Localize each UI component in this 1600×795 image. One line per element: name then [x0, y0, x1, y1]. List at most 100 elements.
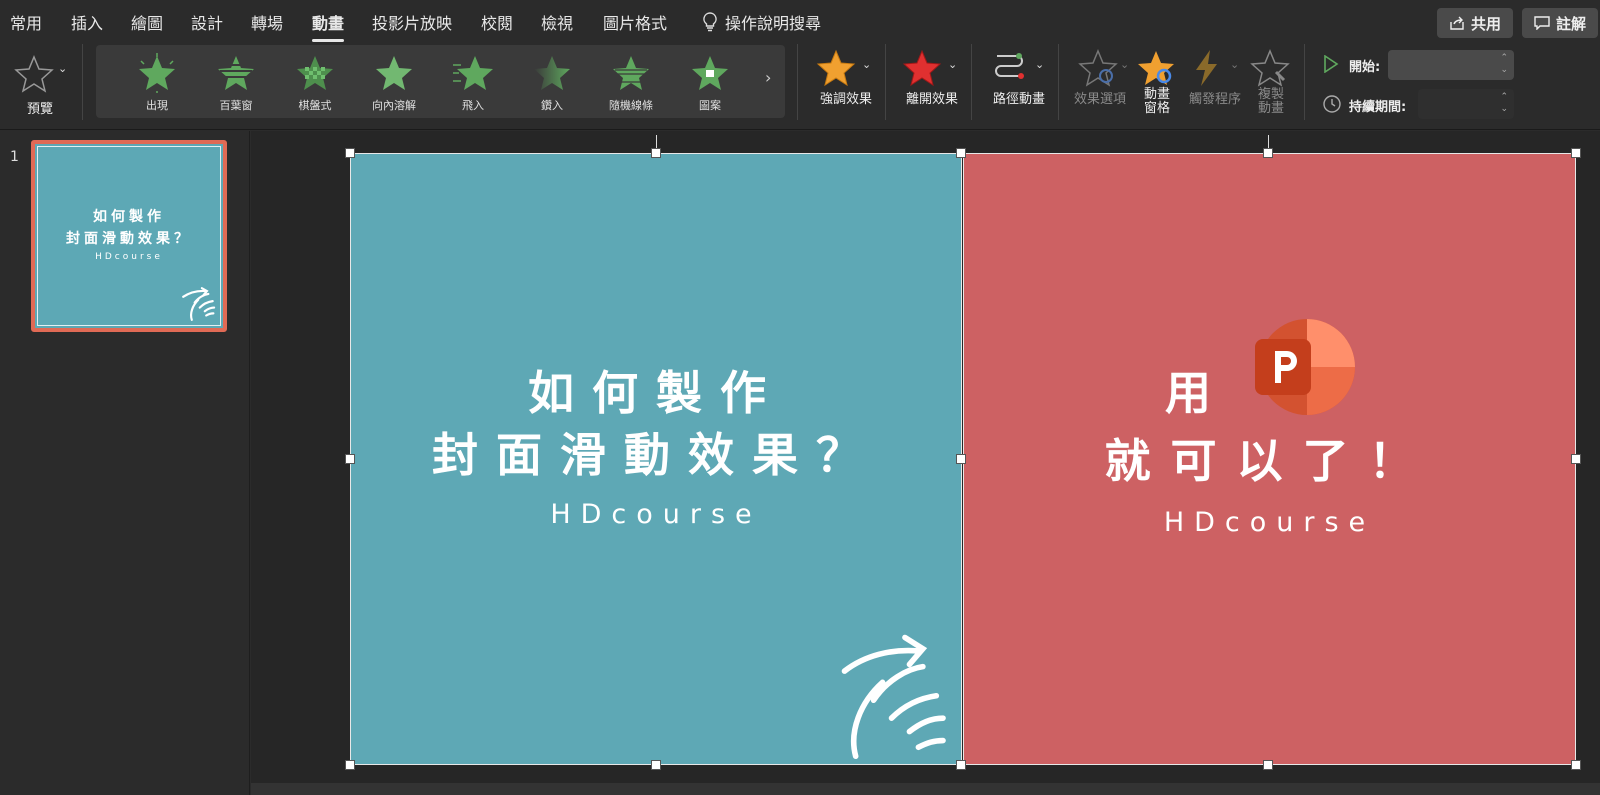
divider — [82, 44, 83, 120]
tab-view[interactable]: 檢視 — [541, 10, 573, 34]
motion-path-label: 路徑動畫 — [992, 92, 1045, 107]
resize-handle[interactable] — [651, 760, 661, 770]
tell-me-search[interactable]: 操作說明搜尋 — [703, 10, 821, 34]
clock-icon — [1323, 95, 1341, 113]
tab-insert[interactable]: 插入 — [71, 10, 103, 34]
motion-paths-button[interactable]: ⌄ 路徑動畫 — [984, 48, 1054, 107]
resize-handle[interactable] — [1571, 760, 1581, 770]
anim-shape-label: 圖案 — [699, 99, 721, 112]
anim-dissolve-label: 向內溶解 — [372, 99, 416, 112]
slide-thumbnail-pane: 1 如何製作 封面滑動效果？ HDcourse — [0, 131, 250, 795]
anim-fly-in-label: 飛入 — [462, 99, 484, 112]
emphasis-star-icon — [816, 49, 856, 87]
start-select[interactable]: ⌃ ⌄ — [1388, 50, 1514, 80]
spinner-arrows-icon: ⌃ ⌄ — [1500, 53, 1508, 75]
resize-handle[interactable] — [956, 454, 966, 464]
random-bars-star-icon — [613, 56, 649, 90]
chevron-down-icon: ⌄ — [948, 58, 958, 71]
divider — [885, 44, 886, 120]
preview-button[interactable]: ⌄ 預覽 — [10, 48, 70, 118]
animation-gallery: 出現 百葉窗 棋盤式 向內溶解 飛入 鑽入 隨機線條 圖案 — [96, 45, 785, 118]
anim-random-bars-label: 隨機線條 — [609, 99, 653, 112]
chevron-down-icon: ⌄ — [1035, 58, 1045, 71]
selection-outline-right — [963, 153, 1576, 765]
animation-painter-label-1: 複製 — [1257, 87, 1284, 102]
lightning-icon — [1196, 50, 1217, 86]
dissolve-star-icon — [376, 56, 412, 90]
effect-options-icon — [1078, 49, 1118, 87]
trigger-label: 觸發程序 — [1188, 92, 1241, 107]
anim-dissolve-in[interactable]: 向內溶解 — [359, 53, 429, 113]
anim-wipe[interactable]: 鑽入 — [517, 53, 587, 113]
anim-blinds[interactable]: 百葉窗 — [201, 53, 271, 113]
resize-handle[interactable] — [1571, 454, 1581, 464]
trigger-button[interactable]: ⌄ 觸發程序 — [1184, 48, 1246, 107]
anim-appear-label: 出現 — [146, 99, 168, 112]
tab-animations[interactable]: 動畫 — [312, 10, 345, 42]
animation-pane-label-1: 動畫 — [1143, 87, 1170, 102]
animation-painter-icon — [1250, 49, 1290, 87]
tab-design[interactable]: 設計 — [191, 10, 223, 34]
anim-checkerboard[interactable]: 棋盤式 — [280, 53, 350, 113]
play-icon — [1324, 55, 1339, 73]
exit-effects-button[interactable]: ⌄ 離開效果 — [897, 48, 967, 107]
preview-star-icon — [14, 55, 54, 93]
tab-slideshow[interactable]: 投影片放映 — [372, 10, 452, 34]
checkerboard-star-icon — [297, 56, 333, 90]
comments-button[interactable]: 註解 — [1522, 8, 1599, 38]
animation-pane-button[interactable]: 動畫 窗格 — [1136, 48, 1178, 116]
animation-pane-label-2: 窗格 — [1143, 101, 1170, 116]
anim-blinds-label: 百葉窗 — [219, 99, 253, 112]
shape-star-icon — [692, 56, 728, 90]
fly-in-star-icon — [453, 56, 493, 90]
anim-random-bars[interactable]: 隨機線條 — [596, 53, 666, 113]
effect-options-button[interactable]: ⌄ 效果選項 — [1070, 48, 1130, 107]
tab-home[interactable]: 常用 — [10, 10, 42, 34]
chevron-down-icon: ⌄ — [58, 62, 68, 75]
thumbnail-title-line2: 封面滑動效果？ — [66, 231, 192, 247]
selection-outline-left — [350, 153, 962, 765]
blinds-star-icon — [218, 56, 254, 90]
tab-draw[interactable]: 繪圖 — [131, 10, 163, 34]
resize-handle[interactable] — [345, 148, 355, 158]
thumbnail-brand: HDcourse — [95, 252, 163, 262]
anim-shape[interactable]: 圖案 — [675, 53, 745, 113]
animation-painter-button[interactable]: 複製 動畫 — [1250, 48, 1292, 116]
resize-handle[interactable] — [1263, 760, 1273, 770]
emphasis-label: 強調效果 — [819, 92, 872, 107]
preview-label: 預覽 — [26, 102, 53, 117]
spinner-arrows-icon: ⌃ ⌄ — [1500, 92, 1508, 114]
share-label: 共用 — [1471, 14, 1502, 33]
gallery-more-arrow[interactable]: › — [765, 68, 771, 87]
duration-input[interactable]: ⌃ ⌄ — [1418, 89, 1514, 119]
exit-label: 離開效果 — [905, 92, 958, 107]
tab-transitions[interactable]: 轉場 — [251, 10, 283, 34]
resize-handle[interactable] — [1571, 148, 1581, 158]
slide-thumbnail[interactable]: 如何製作 封面滑動效果？ HDcourse — [31, 140, 227, 332]
resize-handle[interactable] — [1263, 148, 1273, 158]
comment-label: 註解 — [1556, 14, 1587, 33]
resize-handle[interactable] — [956, 148, 966, 158]
slide-number: 1 — [10, 149, 19, 165]
chevron-down-icon: ⌄ — [1120, 58, 1130, 71]
resize-handle[interactable] — [956, 760, 966, 770]
anim-appear[interactable]: 出現 — [122, 53, 192, 113]
motion-path-icon — [995, 53, 1024, 79]
thumbnail-title-line1: 如何製作 — [93, 209, 165, 225]
lightbulb-icon — [703, 12, 717, 32]
chevron-down-icon: ⌄ — [862, 58, 872, 71]
emphasis-effects-button[interactable]: ⌄ 強調效果 — [811, 48, 881, 107]
divider — [1304, 44, 1305, 120]
ribbon-tab-bar: 常用 插入 繪圖 設計 轉場 動畫 投影片放映 校閱 檢視 圖片格式 操作說明搜… — [0, 0, 1600, 42]
anim-wipe-label: 鑽入 — [541, 99, 563, 112]
resize-handle[interactable] — [345, 760, 355, 770]
tab-review[interactable]: 校閱 — [481, 10, 513, 34]
exit-star-icon — [902, 49, 942, 87]
anim-fly-in[interactable]: 飛入 — [438, 53, 508, 113]
resize-handle[interactable] — [345, 454, 355, 464]
tab-picture-format[interactable]: 圖片格式 — [603, 10, 667, 34]
share-button[interactable]: 共用 — [1437, 8, 1514, 38]
wipe-star-icon — [534, 56, 570, 90]
effect-options-label: 效果選項 — [1073, 92, 1126, 107]
resize-handle[interactable] — [651, 148, 661, 158]
